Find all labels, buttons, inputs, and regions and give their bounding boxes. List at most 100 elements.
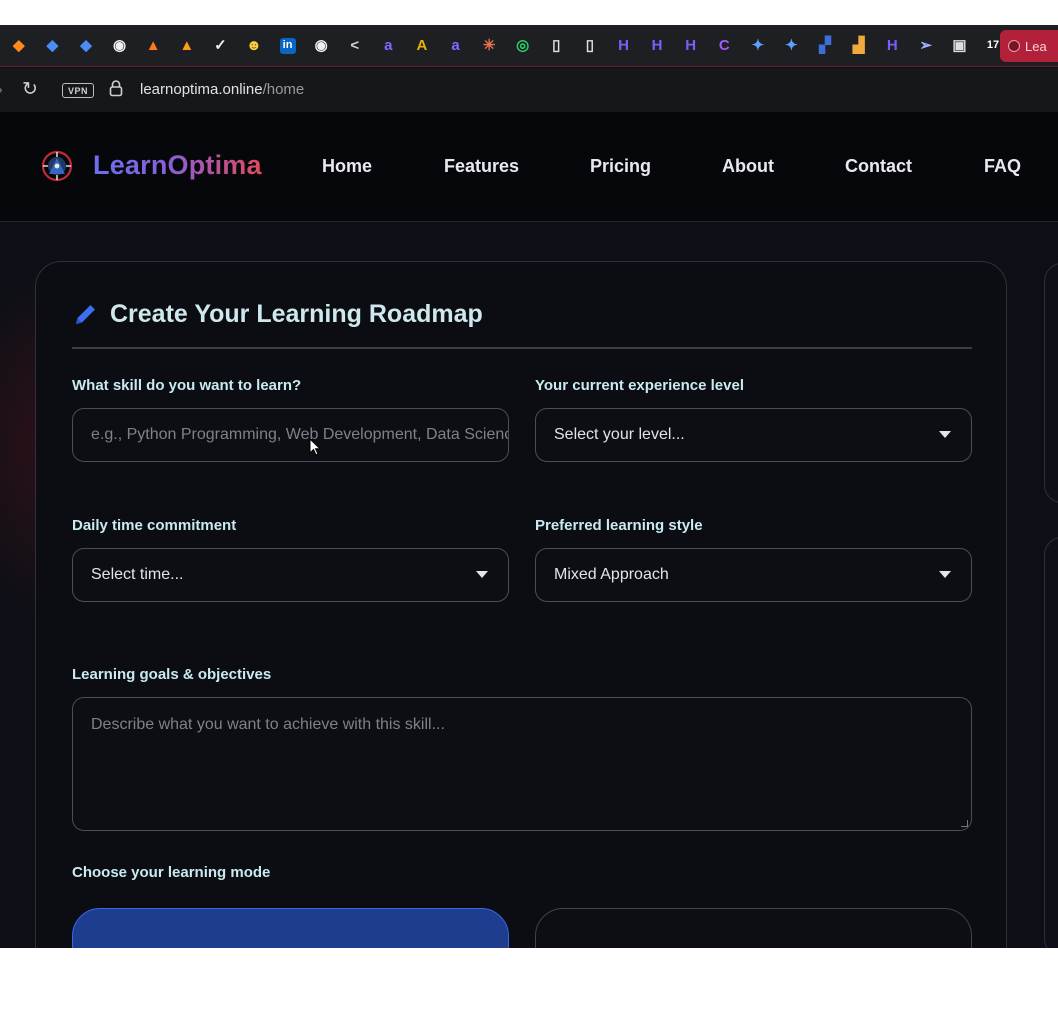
form-title: Create Your Learning Roadmap (110, 300, 483, 328)
logo-icon[interactable] (39, 148, 75, 184)
goals-label: Learning goals & objectives (72, 666, 272, 683)
flag-icon-glyph: ▞ (819, 37, 831, 54)
flame-icon[interactable]: ▲ (136, 25, 170, 67)
shield-icon[interactable]: ◆ (2, 25, 36, 67)
share-icon-glyph: < (350, 37, 360, 54)
gemini-icon[interactable]: ✦ (775, 25, 809, 67)
h-logo-icon-glyph: H (651, 37, 663, 54)
document-icon-glyph: ▯ (585, 37, 595, 54)
shield-icon-glyph: ◆ (46, 37, 59, 54)
style-select[interactable]: Mixed Approach (535, 548, 972, 602)
hugging-face-icon[interactable]: ☻ (237, 25, 271, 67)
a-small-icon-glyph: A (416, 37, 428, 54)
gemini-icon[interactable]: ✦ (741, 25, 775, 67)
nav-pricing[interactable]: Pricing (590, 156, 651, 177)
nav-contact[interactable]: Contact (845, 156, 912, 177)
resize-handle-icon[interactable] (961, 820, 968, 827)
site-header: LearnOptima Home Features Pricing About … (0, 112, 1058, 222)
analytics-icon-glyph: ▟ (852, 37, 865, 54)
skill-input[interactable] (91, 426, 508, 444)
nav-about[interactable]: About (722, 156, 774, 177)
document-icon[interactable]: ▯ (540, 25, 574, 67)
goals-placeholder: Describe what you want to achieve with t… (91, 716, 445, 733)
address-bar: › ↻ VPN learnoptima.online/home (0, 68, 1058, 112)
sparkle-orange-icon-glyph: ✳ (482, 37, 496, 54)
flame-icon-glyph: ▲ (145, 37, 161, 54)
side-panel-card (1044, 263, 1058, 503)
experience-select[interactable]: Select your level... (535, 408, 972, 462)
check-circle-icon-glyph: ✓ (214, 37, 227, 54)
whatsapp-icon-glyph: ◎ (516, 37, 530, 54)
reload-icon[interactable]: ↻ (22, 78, 38, 101)
style-label: Preferred learning style (535, 517, 703, 534)
h-logo-icon[interactable]: H (607, 25, 641, 67)
side-panel-card (1044, 537, 1058, 948)
hugging-face-icon-glyph: ☻ (246, 37, 262, 54)
nav-home[interactable]: Home (322, 156, 372, 177)
sparkle-orange-icon[interactable]: ✳ (472, 25, 506, 67)
h-logo-icon-glyph: H (685, 37, 697, 54)
tab-label: Lea (1025, 38, 1047, 54)
document-icon-glyph: ▯ (552, 37, 561, 54)
a-small-icon[interactable]: A (405, 25, 439, 67)
experience-selected: Select your level... (554, 426, 685, 443)
c-logo-icon[interactable]: C (707, 25, 741, 67)
brand-name[interactable]: LearnOptima (93, 150, 262, 181)
nav-features[interactable]: Features (444, 156, 519, 177)
lock-icon[interactable] (109, 79, 123, 97)
a-logo-icon[interactable]: a (372, 25, 406, 67)
shield-check-icon-glyph: ▣ (952, 37, 967, 54)
shield-check-icon[interactable]: ▣ (943, 25, 977, 67)
divider (72, 347, 972, 349)
nav-faq[interactable]: FAQ (984, 156, 1021, 177)
h-logo-icon-glyph: H (886, 37, 898, 54)
browser-window: ◆ ◆ ◆ ◉ ▲ ▲ ✓ ☻ in ◉ < a Aa ✳ ◎ ▯ ▯ H H H C ✦ ✦ ▞ ▟ H ➢ ▣ 17 Lea › ↻ … (0, 25, 1058, 948)
github-icon[interactable]: ◉ (103, 25, 137, 67)
mode-option[interactable] (535, 908, 972, 948)
flame-icon-glyph: ▲ (179, 37, 195, 54)
h-logo-icon[interactable]: H (640, 25, 674, 67)
shield-icon[interactable]: ◆ (36, 25, 70, 67)
goals-textarea[interactable]: Describe what you want to achieve with t… (72, 697, 972, 831)
skill-field[interactable] (72, 408, 509, 462)
c-logo-icon-glyph: C (718, 37, 730, 54)
check-circle-icon[interactable]: ✓ (204, 25, 238, 67)
t-logo-icon-glyph: 17 (986, 39, 1000, 51)
url-field[interactable]: learnoptima.online/home (140, 81, 304, 98)
mode-option-selected[interactable] (72, 908, 509, 948)
linkedin-icon[interactable]: in (271, 25, 305, 67)
shield-icon-glyph: ◆ (13, 37, 25, 54)
url-host: learnoptima.online (140, 81, 263, 98)
url-path: /home (262, 81, 305, 98)
pencil-icon (76, 305, 95, 324)
active-tab[interactable]: Lea (1000, 30, 1058, 62)
document-icon[interactable]: ▯ (573, 25, 607, 67)
a-logo-icon[interactable]: a (439, 25, 473, 67)
shield-icon[interactable]: ◆ (69, 25, 103, 67)
h-logo-icon[interactable]: H (875, 25, 909, 67)
time-label: Daily time commitment (72, 517, 237, 534)
github-icon-glyph: ◉ (113, 37, 127, 54)
linkedin-icon-glyph: in (279, 37, 296, 54)
back-icon[interactable]: › (0, 81, 3, 97)
h-logo-icon-glyph: H (618, 37, 629, 54)
send-icon-glyph: ➢ (919, 37, 933, 54)
whatsapp-icon[interactable]: ◎ (506, 25, 540, 67)
github-icon[interactable]: ◉ (304, 25, 338, 67)
a-logo-icon-glyph: a (384, 37, 393, 54)
mouse-cursor-icon (309, 438, 321, 456)
bookmarks-bar: ◆ ◆ ◆ ◉ ▲ ▲ ✓ ☻ in ◉ < a Aa ✳ ◎ ▯ ▯ H H H C ✦ ✦ ▞ ▟ H ➢ ▣ 17 Lea (0, 25, 1058, 67)
shield-icon-glyph: ◆ (80, 37, 92, 54)
flame-icon[interactable]: ▲ (170, 25, 204, 67)
vpn-badge[interactable]: VPN (62, 83, 94, 98)
gemini-icon-glyph: ✦ (751, 37, 765, 54)
flag-icon[interactable]: ▞ (808, 25, 842, 67)
analytics-icon[interactable]: ▟ (842, 25, 876, 67)
a-logo-icon-glyph: a (451, 37, 460, 54)
skill-label: What skill do you want to learn? (72, 377, 302, 394)
send-icon[interactable]: ➢ (909, 25, 943, 67)
chevron-down-icon (939, 571, 951, 578)
share-icon[interactable]: < (338, 25, 372, 67)
h-logo-icon[interactable]: H (674, 25, 708, 67)
time-select[interactable]: Select time... (72, 548, 509, 602)
